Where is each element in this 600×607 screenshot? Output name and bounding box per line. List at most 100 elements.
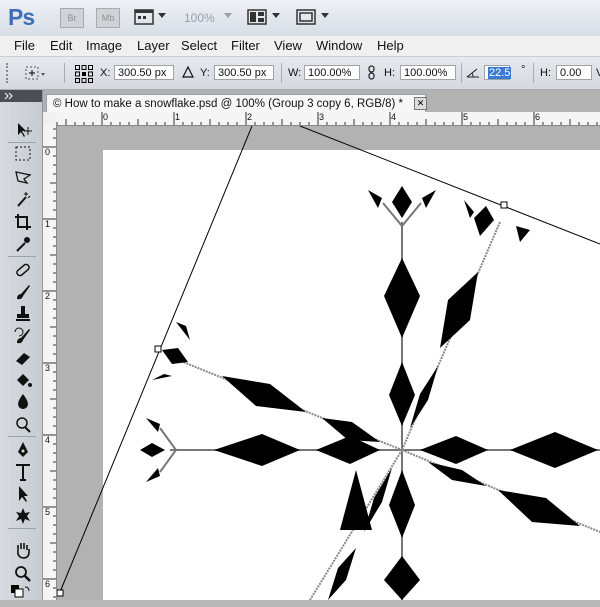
mini-bridge-button[interactable]: Mb <box>96 8 120 28</box>
tools-panel-header[interactable] <box>0 90 42 102</box>
dodge-tool[interactable] <box>12 414 34 434</box>
eraser-tool-icon <box>16 353 30 365</box>
paint-bucket-icon <box>17 374 32 387</box>
move-tool[interactable] <box>12 120 34 140</box>
y-position-field[interactable]: 300.50 px <box>214 65 274 80</box>
tools-panel <box>0 90 43 600</box>
relative-position-icon[interactable] <box>182 66 194 78</box>
path-selection-icon <box>19 486 28 502</box>
tool-separator <box>8 528 36 529</box>
color-swatches-icon <box>11 585 30 598</box>
crop-tool-icon <box>15 214 31 230</box>
transform-tool-preset[interactable] <box>22 63 48 86</box>
v-skew-label: V: <box>596 67 600 79</box>
horizontal-ruler[interactable]: 0 1 2 3 4 5 6 <box>56 112 600 126</box>
history-brush-tool[interactable] <box>12 326 34 346</box>
height-percent-field[interactable]: 100.00% <box>400 65 456 80</box>
healing-brush-icon <box>16 263 30 277</box>
eyedropper-tool[interactable] <box>12 234 34 254</box>
h-skew-label: H: <box>540 67 551 79</box>
options-separator <box>64 63 65 83</box>
options-separator <box>461 63 462 83</box>
hand-tool[interactable] <box>12 540 34 560</box>
menu-select[interactable]: Select <box>181 38 217 53</box>
blur-tool[interactable] <box>12 392 34 412</box>
shape-tool[interactable] <box>12 506 34 526</box>
ruler-h-label: 3 <box>319 112 325 122</box>
options-bar: X: 300.50 px Y: 300.50 px W: 100.00% H: … <box>0 57 600 90</box>
rotate-angle-value: 22.5 <box>488 67 512 79</box>
path-selection-tool[interactable] <box>12 484 34 504</box>
pen-tool[interactable] <box>12 440 34 460</box>
menu-view[interactable]: View <box>274 38 302 53</box>
screen-mode-button[interactable] <box>296 8 318 29</box>
options-separator <box>533 63 534 83</box>
options-bar-grip[interactable] <box>6 63 18 83</box>
blur-tool-icon <box>18 394 28 409</box>
ruler-v-label: 6 <box>45 579 51 589</box>
ruler-h-label: 1 <box>175 112 181 122</box>
close-tab-icon[interactable]: ✕ <box>414 97 427 110</box>
default-colors-swatch[interactable] <box>10 584 32 604</box>
menu-edit[interactable]: Edit <box>50 38 72 53</box>
width-percent-field[interactable]: 100.00% <box>304 65 360 80</box>
height-label: H: <box>384 67 395 79</box>
x-position-field[interactable]: 300.50 px <box>114 65 174 80</box>
bridge-button[interactable]: Br <box>60 8 84 28</box>
dodge-tool-icon <box>16 417 31 433</box>
quick-selection-tool[interactable] <box>12 190 34 210</box>
healing-brush-tool[interactable] <box>12 260 34 280</box>
lasso-tool-icon <box>15 171 32 185</box>
vertical-ruler[interactable]: 0 1 2 3 4 5 6 <box>43 125 57 600</box>
lasso-tool[interactable] <box>12 168 34 188</box>
menu-bar: File Edit Image Layer Select Filter View… <box>0 36 600 57</box>
transform-handle-top[interactable] <box>500 201 508 209</box>
link-proportions-icon[interactable] <box>367 65 376 80</box>
ruler-v-label: 2 <box>45 291 51 301</box>
clone-stamp-tool[interactable] <box>12 304 34 324</box>
ruler-v-label: 4 <box>45 435 51 445</box>
marquee-tool[interactable] <box>12 144 34 164</box>
ruler-origin[interactable] <box>43 112 57 126</box>
document-tab[interactable]: © How to make a snowflake.psd @ 100% (Gr… <box>46 94 426 112</box>
application-bar: Ps Br Mb 100% <box>0 0 600 37</box>
transform-handle-corner[interactable] <box>57 589 64 597</box>
rotate-angle-field[interactable]: 22.5 <box>484 65 512 80</box>
menu-file[interactable]: File <box>14 38 35 53</box>
arrange-dropdown-icon[interactable] <box>272 13 280 18</box>
document-area: © How to make a snowflake.psd @ 100% (Gr… <box>43 90 600 600</box>
tool-separator <box>8 142 36 143</box>
transform-handle-left[interactable] <box>154 345 162 353</box>
type-tool[interactable] <box>12 462 34 482</box>
paint-bucket-tool[interactable] <box>12 370 34 390</box>
eyedropper-tool-icon <box>16 237 30 252</box>
ruler-v-label: 0 <box>45 147 51 157</box>
h-skew-field[interactable]: 0.00 <box>556 65 592 80</box>
brush-tool[interactable] <box>12 282 34 302</box>
crop-tool[interactable] <box>12 212 34 232</box>
quick-selection-icon <box>17 192 31 207</box>
reference-point-locator[interactable] <box>74 64 94 87</box>
degree-symbol: ° <box>521 64 526 76</box>
arrange-documents-button[interactable] <box>247 8 269 29</box>
view-extras-dropdown-icon[interactable] <box>158 13 166 18</box>
zoom-level[interactable]: 100% <box>184 11 215 25</box>
view-extras-button[interactable] <box>134 8 156 29</box>
zoom-dropdown-icon[interactable] <box>224 13 232 18</box>
transform-tool-icon <box>25 66 45 80</box>
document-tab-title: © How to make a snowflake.psd @ 100% (Gr… <box>53 98 403 110</box>
tool-separator <box>8 436 36 437</box>
menu-image[interactable]: Image <box>86 38 122 53</box>
eraser-tool[interactable] <box>12 348 34 368</box>
menu-filter[interactable]: Filter <box>231 38 260 53</box>
tool-separator <box>8 256 36 257</box>
menu-window[interactable]: Window <box>316 38 362 53</box>
menu-layer[interactable]: Layer <box>137 38 170 53</box>
zoom-tool[interactable] <box>12 564 34 584</box>
document-canvas[interactable] <box>57 126 600 600</box>
collapse-panel-icon <box>4 92 13 100</box>
screen-mode-dropdown-icon[interactable] <box>321 13 329 18</box>
menu-help[interactable]: Help <box>377 38 404 53</box>
brush-tool-icon <box>17 285 30 300</box>
history-brush-icon <box>14 327 30 344</box>
